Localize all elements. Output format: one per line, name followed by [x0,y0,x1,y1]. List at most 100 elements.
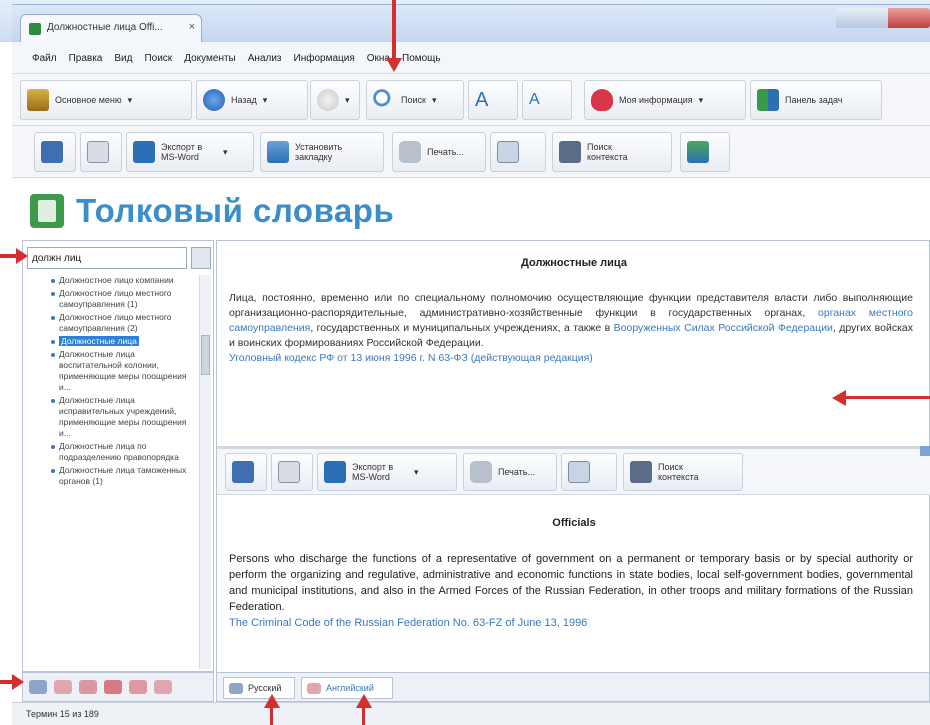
term-item[interactable]: Должностные лица таможенных органов (1) [27,465,199,487]
tab-russian[interactable]: Русский [223,677,295,699]
chevron-down-icon: ▾ [431,94,437,105]
taskbar-button[interactable]: Панель задач [750,80,882,120]
menu-documents[interactable]: Документы [184,53,236,73]
term-item[interactable]: Должностное лицо местного самоуправления… [27,288,199,310]
dictionary-tab-icon[interactable] [154,680,172,694]
english-source-link[interactable]: The Criminal Code of the Russian Federat… [229,617,587,629]
window-controls[interactable] [836,8,930,28]
russian-definition: Лица, постоянно, временно или по специал… [229,292,914,364]
binoculars-icon [630,461,652,483]
my-info-button[interactable]: Моя информация ▾ [584,80,746,120]
set-bookmark-button[interactable]: Установить закладку [260,132,384,172]
status-bar: Термин 15 из 189 [12,702,930,725]
menu-edit[interactable]: Правка [69,53,103,73]
russian-source-link[interactable]: Уголовный кодекс РФ от 13 июня 1996 г. N… [229,352,593,364]
document-tab-label: Должностные лица Offi... [47,22,163,33]
word-icon [133,141,155,163]
scrollbar-thumb[interactable] [201,335,210,375]
word-icon [324,461,346,483]
status-text: Термин 15 из 189 [26,709,99,719]
email-button[interactable] [271,453,313,491]
menu-help[interactable]: Помощь [402,53,441,73]
binoculars-icon [559,141,581,163]
save-icon [232,461,254,483]
envelope-icon [278,461,300,483]
menu-search[interactable]: Поиск [144,53,172,73]
term-item[interactable]: Должностные лица исправительных учрежден… [27,395,199,439]
copy-icon [497,141,519,163]
main-toolbar: Основное меню ▾ Назад ▾ ▾ Поиск ▾ A A Моя и… [12,74,930,126]
annotation-arrowhead-english-tab [356,694,372,708]
annotation-arrowhead-search [386,58,402,72]
export-word-button[interactable]: Экспорт в MS-Word ▾ [126,132,254,172]
tab-english[interactable]: Английский [301,677,393,699]
print-button[interactable]: Печать... [463,453,557,491]
search-clear-button[interactable] [191,247,211,269]
search-icon [373,89,395,111]
search-button[interactable]: Поиск ▾ [366,80,464,120]
term-search-input[interactable] [27,247,187,269]
definition-pane: Должностные лица Лица, постоянно, времен… [216,240,930,702]
save-button[interactable] [225,453,267,491]
english-flag-icon [307,683,321,694]
dictionary-tab-icon[interactable] [129,680,147,694]
term-item[interactable]: Должностное лицо местного самоуправления… [27,312,199,334]
chevron-down-icon: ▾ [223,146,228,157]
left-panel-toolbar [22,672,214,702]
font-decrease-button[interactable]: A [522,80,572,120]
chevron-down-icon: ▾ [414,466,419,477]
menu-file[interactable]: Файл [32,53,57,73]
pane-corner-button[interactable] [920,446,930,456]
title-bar: Должностные лица Offi... × [0,0,930,42]
russian-term-title: Должностные лица [521,257,627,269]
annotation-arrowhead-dictionary-tabs [12,674,24,690]
back-button[interactable]: Назад ▾ [196,80,308,120]
copy-button[interactable] [561,453,617,491]
context-search-button[interactable]: Поиск контекста [623,453,743,491]
chevron-down-icon: ▾ [127,94,133,105]
menu-analysis[interactable]: Анализ [248,53,282,73]
document-icon [29,23,41,35]
context-search-button[interactable]: Поиск контекста [552,132,672,172]
annotation-arrow-russian-tab [270,706,273,725]
annotation-arrowhead-russian-tab [264,694,280,708]
main-menu-icon [27,89,49,111]
annotation-arrow-definition [846,396,930,399]
term-item[interactable]: Должностное лицо компании [27,275,199,286]
term-item[interactable]: Должностные лица по подразделению правоп… [27,441,199,463]
minimize-maximize-buttons[interactable] [836,8,888,28]
list-view-icon[interactable] [29,680,47,694]
document-tab[interactable]: Должностные лица Offi... × [20,14,202,42]
dictionary-tab-icon[interactable] [79,680,97,694]
main-menu-button[interactable]: Основное меню ▾ [20,80,192,120]
go-button[interactable] [680,132,730,172]
dictionary-icon [30,194,64,228]
save-icon [41,141,63,163]
font-increase-button[interactable]: A [468,80,518,120]
forward-arrow-icon [317,89,339,111]
page-title: Толковый словарь [76,192,395,229]
dictionary-tab-icon[interactable] [54,680,72,694]
page-heading: Толковый словарь [30,188,394,234]
menu-view[interactable]: Вид [114,53,132,73]
email-button[interactable] [80,132,122,172]
term-list-panel: Должностное лицо компании Должностное ли… [22,240,214,672]
english-definition: Persons who discharge the functions of a… [229,553,913,629]
print-button[interactable]: Печать... [392,132,486,172]
term-item[interactable]: Должностные лица воспитательной колонии,… [27,349,199,393]
taskbar-icon [757,89,779,111]
forward-button[interactable]: ▾ [310,80,360,120]
app-window: Должностные лица Offi... × Файл Правка В… [0,0,930,725]
copy-button[interactable] [490,132,546,172]
export-word-button[interactable]: Экспорт в MS-Word ▾ [317,453,457,491]
term-list-scrollbar[interactable] [199,275,211,669]
dictionary-tab-icon[interactable] [104,680,122,694]
close-tab-icon[interactable]: × [189,21,195,33]
save-button[interactable] [34,132,76,172]
annotation-arrowhead-search-field [16,248,28,264]
menu-information[interactable]: Информация [294,53,355,73]
printer-icon [399,141,421,163]
chevron-down-icon: ▾ [345,94,350,105]
term-item-selected[interactable]: Должностные лица [27,336,199,347]
link-armed-forces[interactable]: Вооруженных Силах Российской Федерации [614,322,833,334]
